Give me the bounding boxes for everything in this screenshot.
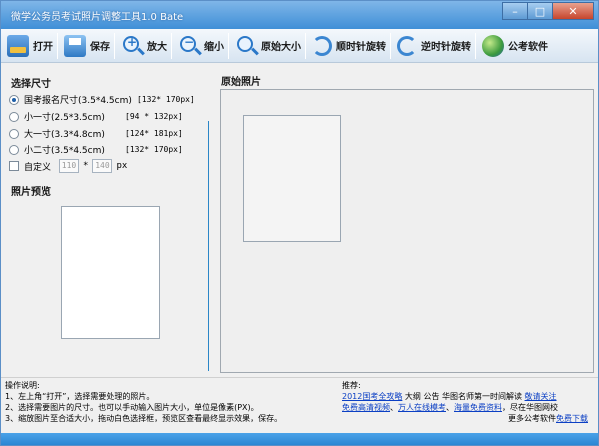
window-controls: – □ ✕ (502, 2, 594, 20)
zoom-out-button[interactable]: 缩小 (172, 31, 228, 61)
size-option-label: 大一寸(3.3*4.8cm) (24, 130, 105, 140)
crop-selection-box[interactable] (243, 115, 341, 242)
app-window: 微学公务员考试照片调整工具1.0 Bate – □ ✕ 打开 保存 放大 缩小 (0, 0, 599, 446)
recommend-link[interactable]: 2012国考全攻略 (342, 392, 402, 401)
recommend-link[interactable]: 敬请关注 (525, 392, 557, 401)
instructions-title: 操作说明: (5, 381, 40, 390)
radio-button[interactable] (9, 128, 19, 139)
exam-software-button[interactable]: 公考软件 (476, 31, 552, 61)
rotate-cw-button[interactable]: 顺时针旋转 (306, 31, 390, 61)
recommend-text: 更多公考软件 (508, 414, 556, 423)
recommend-link[interactable]: 万人在线模考 (398, 403, 446, 412)
status-bar (1, 433, 598, 445)
size-option-pixels: [132* 170px] (125, 145, 183, 154)
instruction-line: 1、左上角“打开”，选择需要处理的照片。 (5, 392, 155, 401)
save-label: 保存 (90, 42, 110, 53)
close-button[interactable]: ✕ (552, 2, 594, 20)
recommend-text: 、 (390, 403, 398, 412)
recommend-line-2: 免费高清视频、万人在线模考、海量免费资料，尽在华图网校 (342, 402, 558, 413)
size-option-pixels: [94 * 132px] (125, 112, 183, 121)
zoom-in-icon (123, 35, 139, 52)
save-button[interactable]: 保存 (58, 31, 114, 61)
globe-icon (482, 34, 504, 57)
custom-height-input[interactable]: 140 (92, 159, 113, 173)
original-size-button[interactable]: 原始大小 (229, 31, 305, 61)
instruction-line: 3、缩放图片至合适大小，拖动白色选择框，预览区查看最终显示效果，保存。 (5, 414, 283, 423)
maximize-button[interactable]: □ (527, 2, 553, 20)
custom-size-checkbox[interactable] (9, 161, 19, 171)
download-link[interactable]: 免费下载 (556, 414, 588, 423)
size-option-label: 国考报名尺寸(3.5*4.5cm) (24, 96, 132, 106)
zoom-in-label: 放大 (147, 42, 167, 53)
size-option-pixels: [124* 181px] (125, 129, 183, 138)
size-option-small-one-inch[interactable]: 小一寸(2.5*3.5cm) [94 * 132px] (9, 110, 183, 123)
rotate-clockwise-icon (312, 35, 332, 56)
size-option-label: 小二寸(3.5*4.5cm) (24, 146, 105, 156)
recommend-title: 推荐: (342, 381, 361, 390)
folder-open-icon (7, 34, 29, 57)
open-label: 打开 (33, 42, 53, 53)
panel-divider (208, 121, 209, 371)
window-title: 微学公务员考试照片调整工具1.0 Bate (11, 12, 184, 23)
title-bar[interactable]: 微学公务员考试照片调整工具1.0 Bate – □ ✕ (1, 1, 598, 29)
toolbar: 打开 保存 放大 缩小 原始大小 顺时针旋转 逆时针旋转 (1, 29, 598, 63)
original-photo-title: 原始照片 (221, 77, 261, 88)
preview-section-title: 照片预览 (11, 187, 51, 198)
size-option-label: 小一寸(2.5*3.5cm) (24, 113, 105, 123)
zoom-out-icon (180, 35, 196, 52)
rotate-counterclockwise-icon (397, 35, 417, 56)
recommend-text: 、 (446, 403, 454, 412)
size-option-large-one-inch[interactable]: 大一寸(3.3*4.8cm) [124* 181px] (9, 127, 183, 140)
custom-size-label: 自定义 (24, 162, 52, 173)
recommend-line-1: 2012国考全攻略 大纲 公告 华图名师第一时间解读 敬请关注 (342, 391, 557, 402)
recommend-text: 大纲 公告 华图名师第一时间解读 (402, 392, 525, 401)
recommend-line-3: 更多公考软件免费下载 (508, 413, 588, 424)
photo-preview-area (61, 206, 160, 339)
rotate-ccw-button[interactable]: 逆时针旋转 (391, 31, 475, 61)
open-button[interactable]: 打开 (1, 31, 57, 61)
recommend-text: ，尽在华图网校 (502, 403, 558, 412)
size-option-small-two-inch[interactable]: 小二寸(3.5*4.5cm) [132* 170px] (9, 143, 183, 156)
custom-times-sign: * (83, 161, 89, 171)
zoom-out-label: 缩小 (204, 42, 224, 53)
radio-button[interactable] (9, 94, 19, 105)
size-option-national[interactable]: 国考报名尺寸(3.5*4.5cm) [132* 170px] (9, 93, 195, 106)
rotate-cw-label: 顺时针旋转 (336, 42, 386, 53)
exam-software-label: 公考软件 (508, 42, 548, 53)
size-option-pixels: [132* 170px] (137, 95, 195, 104)
instruction-line: 2、选择需要图片的尺寸。也可以手动输入图片大小，单位是像素(PX)。 (5, 403, 259, 412)
save-icon (64, 34, 86, 57)
rotate-ccw-label: 逆时针旋转 (421, 42, 471, 53)
recommend-link[interactable]: 免费高清视频 (342, 403, 390, 412)
radio-button[interactable] (9, 111, 19, 122)
custom-unit-label: px (116, 161, 128, 171)
magnifier-icon (237, 35, 253, 52)
minimize-button[interactable]: – (502, 2, 528, 20)
custom-size-row: 自定义 110 * 140 px (9, 159, 127, 173)
size-section-title: 选择尺寸 (11, 79, 51, 90)
original-size-label: 原始大小 (261, 42, 301, 53)
radio-button[interactable] (9, 144, 19, 155)
recommend-link[interactable]: 海量免费资料 (454, 403, 502, 412)
custom-width-input[interactable]: 110 (59, 159, 80, 173)
zoom-in-button[interactable]: 放大 (115, 31, 171, 61)
